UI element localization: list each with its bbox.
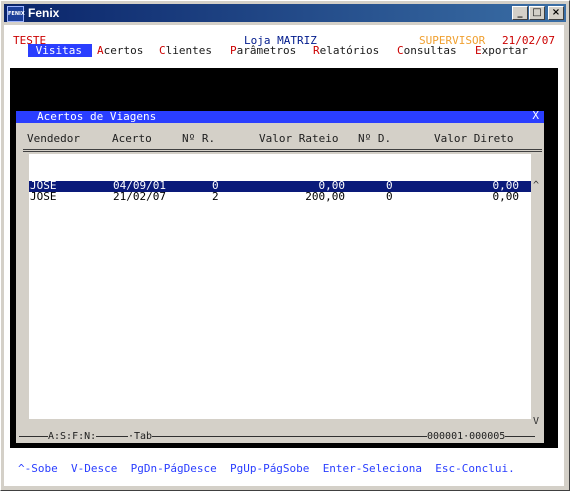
cell-valor-direto: 0,00 — [492, 190, 520, 203]
menu-clientes[interactable]: Clientes — [159, 44, 212, 57]
cell-acerto: 21/02/07 — [113, 190, 166, 203]
close-icon: × — [551, 7, 561, 18]
menu-hotkey: A — [97, 44, 104, 57]
dialog-close-icon[interactable]: X — [532, 110, 539, 122]
maximize-icon: □ — [532, 7, 542, 18]
col-acerto: Acerto — [112, 132, 152, 145]
col-valor-rateio: Valor Rateio — [259, 132, 339, 145]
title-bar[interactable]: FENIX Fenix _ □ × — [4, 4, 566, 22]
help-esc: Esc-Conclui. — [435, 462, 515, 475]
menu-label: onsultas — [403, 44, 457, 57]
menu-consultas[interactable]: Consultas — [397, 44, 457, 57]
cell-num-r: 2 — [212, 190, 219, 203]
menu-label: xportar — [481, 44, 528, 57]
menu-hotkey: E — [475, 44, 482, 57]
scroll-down-icon[interactable]: V — [533, 416, 539, 428]
menu-label: elatórios — [319, 44, 380, 57]
dialog-title: Acertos de Viagens — [37, 110, 157, 123]
menu-hotkey: C — [159, 44, 166, 57]
status-tab: ·Tab — [128, 431, 153, 442]
menu-exportar[interactable]: Exportar — [475, 44, 528, 57]
col-num-r: Nº R. — [182, 132, 216, 145]
menu-hotkey: R — [313, 44, 320, 57]
menu-label: arâmetros — [236, 44, 297, 57]
minimize-button[interactable]: _ — [512, 6, 528, 20]
menu-label: certos — [103, 44, 144, 57]
cell-valor-rateio: 200,00 — [305, 190, 345, 203]
scroll-up-icon[interactable]: ^ — [533, 180, 539, 192]
window-title: Fenix — [28, 6, 60, 20]
menu-acertos[interactable]: Acertos — [97, 44, 143, 57]
minimize-icon: _ — [517, 7, 523, 18]
table-row[interactable]: JOSE 21/02/07 2 200,00 0 0,00 — [29, 190, 531, 203]
col-num-d: Nº D. — [358, 132, 392, 145]
status-flags: A:S:F:N: — [48, 431, 97, 442]
menu-hotkey: C — [397, 44, 404, 57]
acertos-dialog: Acertos de Viagens X Vendedor Acerto Nº … — [16, 110, 544, 443]
close-window-button[interactable]: × — [548, 6, 564, 20]
scrollbar[interactable]: ^ V — [532, 154, 542, 430]
status-record-counter: 000001·000005 — [427, 431, 506, 442]
header-divider — [23, 149, 542, 152]
table-row[interactable]: JOSE 04/09/01 0 0,00 0 0,00 — [29, 180, 531, 192]
app-window: FENIX Fenix _ □ × TESTE Loja MATRIZ SUPE… — [0, 0, 570, 491]
menu-relatorios[interactable]: Relatórios — [313, 44, 379, 57]
maximize-button[interactable]: □ — [529, 6, 545, 20]
menu-parametros[interactable]: Parâmetros — [230, 44, 296, 57]
app-icon: FENIX — [7, 6, 25, 22]
menu-hotkey: P — [230, 44, 237, 57]
menu-visitas[interactable]: Visitas — [28, 44, 92, 57]
help-bar: ^-Sobe V-Desce PgDn-PágDesce PgUp-PágSob… — [18, 462, 515, 475]
help-desce: V-Desce — [71, 462, 118, 475]
cell-num-d: 0 — [386, 190, 393, 203]
cell-vendedor: JOSE — [30, 190, 57, 203]
help-pgdn: PgDn-PágDesce — [130, 462, 217, 475]
help-enter: Enter-Seleciona — [322, 462, 423, 475]
menu-label: isitas — [42, 44, 82, 57]
help-pgup: PgUp-PágSobe — [229, 462, 310, 475]
acertos-list: JOSE 04/09/01 0 0,00 0 0,00 JOSE 21/02/0… — [29, 154, 531, 419]
help-sobe: ^-Sobe — [18, 462, 58, 475]
terminal-area: TESTE Loja MATRIZ SUPERVISOR 21/02/07 Vi… — [4, 25, 564, 486]
col-valor-direto: Valor Direto — [434, 132, 514, 145]
menu-label: lientes — [165, 44, 212, 57]
dialog-title-bar: Acertos de Viagens X — [16, 110, 544, 123]
col-vendedor: Vendedor — [27, 132, 80, 145]
